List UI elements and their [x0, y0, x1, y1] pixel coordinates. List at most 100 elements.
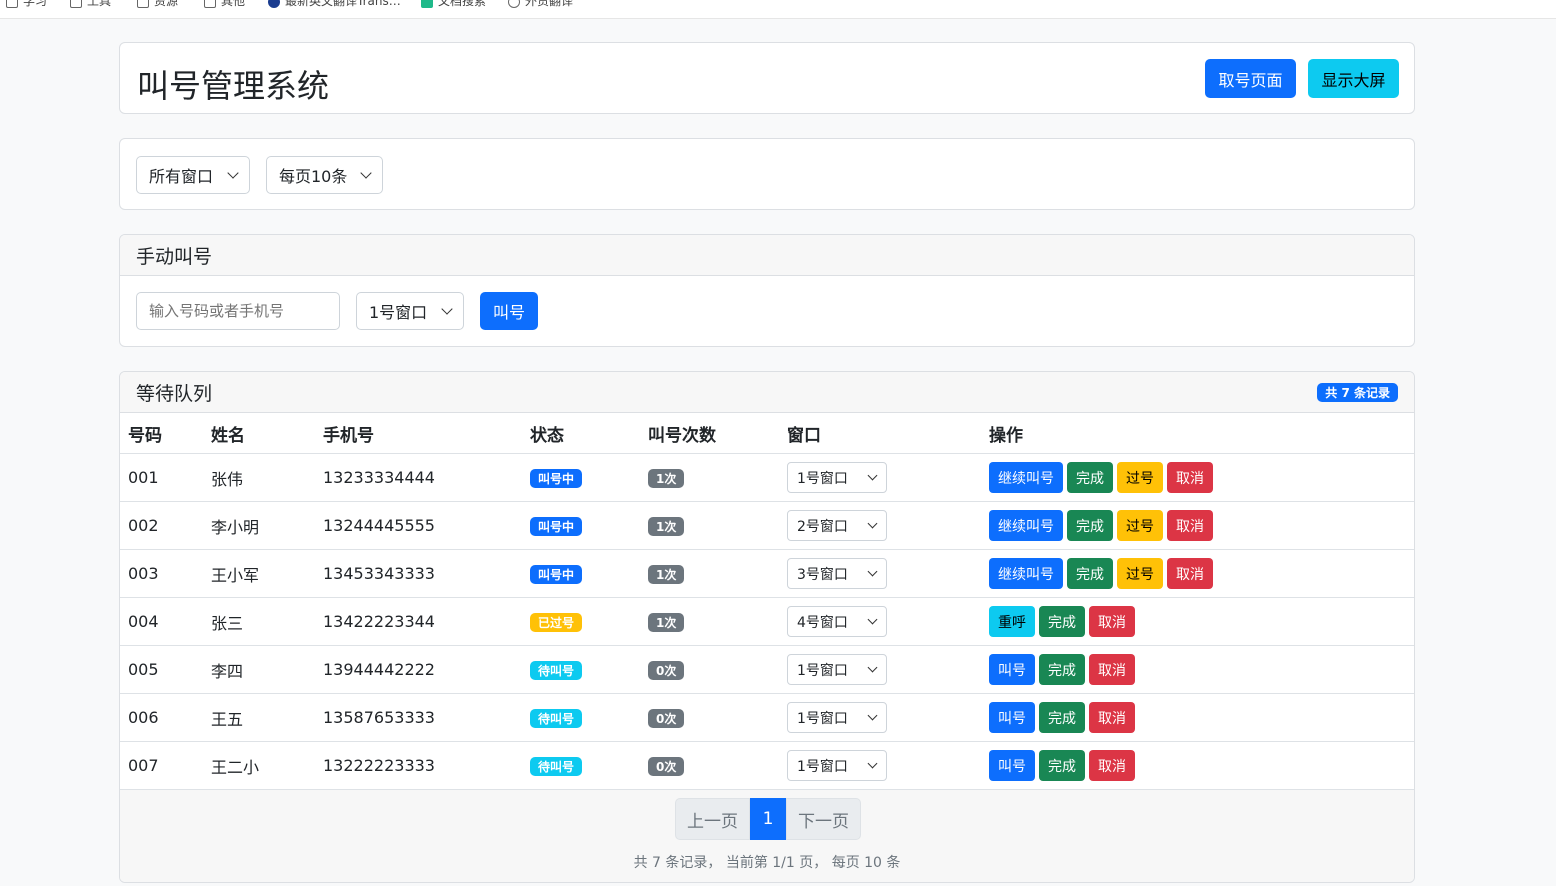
- cell-status: 待叫号: [522, 741, 640, 790]
- action-button-success[interactable]: 完成: [1039, 750, 1085, 781]
- cell-call-count: 1次: [640, 501, 779, 550]
- row-window-label: 1号窗口: [797, 470, 848, 487]
- cell-actions: 重呼 完成 取消: [981, 597, 1414, 646]
- table-row: 005 李四 13944442222 待叫号 0次 1号窗口 叫号 完成 取消: [120, 645, 1414, 694]
- bookmark-icon: [204, 0, 216, 8]
- cell-number: 006: [120, 693, 203, 742]
- manual-window-select[interactable]: 1号窗口: [356, 292, 464, 330]
- window-filter-select[interactable]: 所有窗口: [136, 156, 250, 194]
- column-header[interactable]: 手机号: [315, 413, 522, 454]
- action-button-danger[interactable]: 取消: [1089, 654, 1135, 685]
- row-window-select[interactable]: 1号窗口: [787, 750, 887, 781]
- bookmark-icon: [70, 0, 82, 8]
- action-button-success[interactable]: 完成: [1067, 558, 1113, 589]
- prev-page-button[interactable]: 上一页: [675, 798, 750, 840]
- row-window-select[interactable]: 1号窗口: [787, 654, 887, 685]
- cell-call-count: 1次: [640, 597, 779, 646]
- bookmark-item[interactable]: 其他: [204, 0, 245, 8]
- table-row: 004 张三 13422223344 已过号 1次 4号窗口 重呼 完成 取消: [120, 597, 1414, 646]
- cell-phone: 13233334444: [315, 453, 522, 502]
- action-button-success[interactable]: 完成: [1039, 606, 1085, 637]
- row-window-select[interactable]: 1号窗口: [787, 462, 887, 493]
- column-header[interactable]: 操作: [981, 413, 1414, 454]
- bookmark-item[interactable]: 工具: [70, 0, 111, 8]
- row-window-select[interactable]: 3号窗口: [787, 558, 887, 589]
- cell-actions: 继续叫号 完成 过号 取消: [981, 501, 1414, 550]
- action-button-primary[interactable]: 继续叫号: [989, 558, 1063, 589]
- action-button-primary[interactable]: 继续叫号: [989, 510, 1063, 541]
- status-badge: 已过号: [530, 612, 583, 632]
- action-button-danger[interactable]: 取消: [1167, 510, 1213, 541]
- table-row: 007 王二小 13222223333 待叫号 0次 1号窗口 叫号 完成 取消: [120, 741, 1414, 790]
- cell-call-count: 1次: [640, 549, 779, 598]
- bookmark-item[interactable]: 学习: [6, 0, 47, 8]
- action-button-primary[interactable]: 叫号: [989, 750, 1035, 781]
- row-window-label: 1号窗口: [797, 758, 848, 775]
- action-button-warning[interactable]: 过号: [1117, 510, 1163, 541]
- cell-number: 005: [120, 645, 203, 694]
- row-window-select[interactable]: 4号窗口: [787, 606, 887, 637]
- cell-status: 待叫号: [522, 693, 640, 742]
- status-badge: 待叫号: [530, 708, 583, 728]
- bookmark-icon: [137, 0, 149, 8]
- page-number-button[interactable]: 1: [750, 798, 786, 840]
- action-button-danger[interactable]: 取消: [1089, 750, 1135, 781]
- row-window-select[interactable]: 1号窗口: [787, 702, 887, 733]
- bookmark-item[interactable]: 资源: [137, 0, 178, 8]
- bookmark-icon: [6, 0, 18, 8]
- action-button-danger[interactable]: 取消: [1089, 702, 1135, 733]
- action-button-danger[interactable]: 取消: [1167, 462, 1213, 493]
- cell-name: 王小军: [203, 549, 315, 598]
- cell-status: 待叫号: [522, 645, 640, 694]
- action-button-warning[interactable]: 过号: [1117, 558, 1163, 589]
- status-badge: 叫号中: [530, 468, 583, 488]
- call-count-badge: 1次: [648, 516, 685, 536]
- row-window-label: 1号窗口: [797, 710, 848, 727]
- bookmark-item[interactable]: 外贸翻译: [508, 0, 573, 8]
- column-header[interactable]: 姓名: [203, 413, 315, 454]
- action-button-warning[interactable]: 过号: [1117, 462, 1163, 493]
- action-button-success[interactable]: 完成: [1039, 702, 1085, 733]
- number-phone-input[interactable]: [136, 292, 340, 330]
- bookmark-item[interactable]: 最新英文翻译Trans…: [268, 0, 401, 8]
- cell-actions: 继续叫号 完成 过号 取消: [981, 549, 1414, 598]
- chevron-down-icon: [867, 758, 878, 769]
- cell-actions: 叫号 完成 取消: [981, 741, 1414, 790]
- cell-actions: 叫号 完成 取消: [981, 645, 1414, 694]
- row-window-label: 4号窗口: [797, 614, 848, 631]
- status-badge: 叫号中: [530, 516, 583, 536]
- column-header[interactable]: 号码: [120, 413, 203, 454]
- next-page-button[interactable]: 下一页: [786, 798, 861, 840]
- action-button-danger[interactable]: 取消: [1089, 606, 1135, 637]
- action-button-success[interactable]: 完成: [1067, 510, 1113, 541]
- cell-status: 叫号中: [522, 453, 640, 502]
- cell-name: 李小明: [203, 501, 315, 550]
- action-button-primary[interactable]: 叫号: [989, 702, 1035, 733]
- show-screen-button[interactable]: 显示大屏: [1308, 59, 1399, 98]
- table-row: 001 张伟 13233334444 叫号中 1次 1号窗口 继续叫号 完成 过号 取消: [120, 453, 1414, 502]
- row-window-select[interactable]: 2号窗口: [787, 510, 887, 541]
- queue-header: 等待队列 共 7 条记录: [120, 372, 1414, 413]
- page-size-select[interactable]: 每页10条: [266, 156, 383, 194]
- bookmark-item[interactable]: 文档搜索: [421, 0, 486, 8]
- chevron-down-icon: [867, 518, 878, 529]
- action-button-success[interactable]: 完成: [1039, 654, 1085, 685]
- manual-call-button[interactable]: 叫号: [480, 292, 538, 330]
- table-row: 006 王五 13587653333 待叫号 0次 1号窗口 叫号 完成 取消: [120, 693, 1414, 742]
- column-header[interactable]: 叫号次数: [640, 413, 779, 454]
- action-button-danger[interactable]: 取消: [1167, 558, 1213, 589]
- globe-icon: [508, 0, 520, 8]
- cell-call-count: 0次: [640, 741, 779, 790]
- cell-window: 1号窗口: [779, 741, 981, 790]
- column-header[interactable]: 状态: [522, 413, 640, 454]
- action-button-success[interactable]: 完成: [1067, 462, 1113, 493]
- cell-name: 张伟: [203, 453, 315, 502]
- action-button-primary[interactable]: 叫号: [989, 654, 1035, 685]
- manual-call-title: 手动叫号: [136, 245, 213, 268]
- action-button-info[interactable]: 重呼: [989, 606, 1035, 637]
- action-button-primary[interactable]: 继续叫号: [989, 462, 1063, 493]
- column-header[interactable]: 窗口: [779, 413, 981, 454]
- cell-phone: 13222223333: [315, 741, 522, 790]
- cell-name: 张三: [203, 597, 315, 646]
- take-number-button[interactable]: 取号页面: [1205, 59, 1296, 98]
